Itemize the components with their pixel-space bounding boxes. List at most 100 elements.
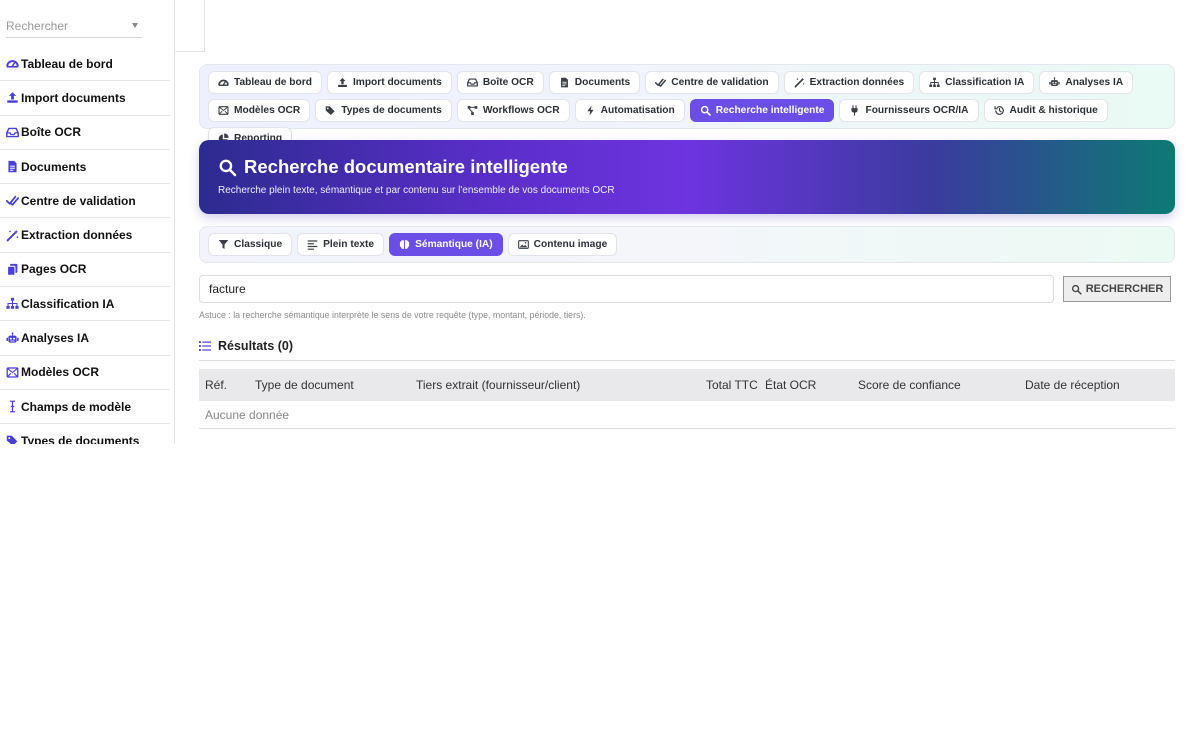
tab-recherche-intelligente[interactable]: Recherche intelligente xyxy=(689,99,835,122)
column-header[interactable]: Tiers extrait (fournisseur/client) xyxy=(416,378,580,392)
filter-icon xyxy=(218,239,229,250)
sidebar-item-label: Types de documents xyxy=(21,433,140,444)
mode-tab-classique[interactable]: Classique xyxy=(208,233,293,256)
hero-banner: Recherche documentaire intelligente Rech… xyxy=(199,140,1175,214)
sidebar: Tableau de bord Import documents Boîte OCR… xyxy=(0,0,175,444)
mode-tab-semantique-ia[interactable]: Sémantique (IA) xyxy=(389,233,503,256)
column-header[interactable]: Date de réception xyxy=(1025,378,1120,392)
sidebar-item-tableau-de-bord[interactable]: Tableau de bord xyxy=(0,47,170,82)
search-hint: Astuce : la recherche sémantique interpr… xyxy=(199,310,586,320)
page-subtitle: Recherche plein texte, sémantique et par… xyxy=(218,185,615,196)
search-button-label: RECHERCHER xyxy=(1085,283,1164,295)
sidebar-item-pages-ocr[interactable]: Pages OCR xyxy=(0,253,170,288)
search-query-input[interactable] xyxy=(199,275,1054,303)
inbox-icon xyxy=(466,77,478,88)
mode-tab-plein-texte[interactable]: Plein texte xyxy=(297,233,385,256)
chevron-down-icon[interactable] xyxy=(132,23,138,28)
mode-tab-label: Sémantique (IA) xyxy=(415,239,493,250)
results-header: Résultats (0) xyxy=(199,339,1175,361)
sidebar-item-label: Classification IA xyxy=(21,296,115,311)
tab-label: Analyses IA xyxy=(1065,77,1124,88)
wand-icon xyxy=(794,77,805,88)
sidebar-item-label: Tableau de bord xyxy=(21,56,113,71)
history-icon xyxy=(993,105,1005,116)
tab-centre-de-validation[interactable]: Centre de validation xyxy=(645,71,779,94)
tab-audit-historique[interactable]: Audit & historique xyxy=(983,99,1108,122)
image-icon xyxy=(517,239,529,250)
sidebar-item-documents[interactable]: Documents xyxy=(0,150,170,185)
sidebar-item-boite-ocr[interactable]: Boîte OCR xyxy=(0,116,170,150)
column-header[interactable]: Score de confiance xyxy=(858,378,961,392)
column-header[interactable]: Total TTC xyxy=(706,378,758,392)
sidebar-item-label: Boîte OCR xyxy=(21,125,81,140)
tab-import-documents[interactable]: Import documents xyxy=(326,71,452,94)
sitemap-icon xyxy=(929,77,940,88)
upload-icon xyxy=(337,77,348,88)
empty-text: Aucune donnée xyxy=(205,407,290,422)
tab-classification-ia[interactable]: Classification IA xyxy=(919,71,1035,94)
tab-label: Tableau de bord xyxy=(234,77,312,88)
plug-icon xyxy=(849,105,860,116)
list-icon xyxy=(199,340,211,352)
workflow-icon xyxy=(467,105,478,116)
search-button[interactable]: RECHERCHER xyxy=(1063,276,1171,302)
text-cursor-icon xyxy=(5,400,19,414)
column-header[interactable]: Réf. xyxy=(205,378,227,392)
sidebar-item-modeles-ocr[interactable]: Modèles OCR xyxy=(0,356,170,390)
tab-label: Types de documents xyxy=(341,105,442,116)
tab-label: Fournisseurs OCR/IA xyxy=(865,105,969,116)
file-icon xyxy=(5,160,19,174)
sidebar-item-classification-ia[interactable]: Classification IA xyxy=(0,287,170,322)
mode-tab-contenu-image[interactable]: Contenu image xyxy=(507,233,618,256)
tab-types-de-documents[interactable]: Types de documents xyxy=(315,99,452,122)
results-table: Réf. Type de document Tiers extrait (fourn… xyxy=(199,369,1175,429)
robot-icon xyxy=(1049,77,1061,88)
sidebar-item-label: Analyses IA xyxy=(21,331,90,346)
module-tabs-panel: Tableau de bord Import documents Boîte OCR… xyxy=(199,64,1175,150)
tab-automatisation[interactable]: Automatisation xyxy=(574,99,685,122)
tab-boite-ocr[interactable]: Boîte OCR xyxy=(456,71,544,94)
tab-label: Modèles OCR xyxy=(234,105,301,116)
tab-fournisseurs-ocr-ia[interactable]: Fournisseurs OCR/IA xyxy=(839,99,979,122)
tab-tableau-de-bord[interactable]: Tableau de bord xyxy=(208,71,322,94)
sidebar-item-extraction-donnees[interactable]: Extraction données xyxy=(0,218,170,253)
table-empty-row: Aucune donnée xyxy=(199,401,1175,429)
copy-icon xyxy=(5,262,19,276)
column-header[interactable]: État OCR xyxy=(765,378,816,392)
sidebar-item-label: Modèles OCR xyxy=(21,365,100,380)
tab-workflows-ocr[interactable]: Workflows OCR xyxy=(456,99,570,122)
sidebar-item-label: Import documents xyxy=(21,90,126,105)
tags-icon xyxy=(5,434,19,444)
gauge-icon xyxy=(218,77,229,88)
tab-modeles-ocr[interactable]: Modèles OCR xyxy=(208,99,311,122)
sidebar-item-import-documents[interactable]: Import documents xyxy=(0,81,170,116)
align-left-icon xyxy=(307,239,318,250)
sidebar-item-types-de-documents[interactable]: Types de documents xyxy=(0,424,170,444)
tab-label: Classification IA xyxy=(945,77,1025,88)
wand-icon xyxy=(5,228,19,242)
tab-extraction-donnees[interactable]: Extraction données xyxy=(783,71,915,94)
sidebar-item-label: Centre de validation xyxy=(21,193,136,208)
column-header[interactable]: Type de document xyxy=(255,378,354,392)
sitemap-icon xyxy=(5,297,19,311)
sidebar-search[interactable] xyxy=(6,14,142,38)
sidebar-item-analyses-ia[interactable]: Analyses IA xyxy=(0,321,170,356)
page-title-text: Recherche documentaire intelligente xyxy=(244,156,568,177)
tab-label: Boîte OCR xyxy=(482,77,534,88)
bolt-icon xyxy=(585,105,596,116)
template-icon xyxy=(218,105,229,116)
inbox-icon xyxy=(5,125,19,139)
sidebar-item-label: Extraction données xyxy=(21,228,133,243)
tab-analyses-ia[interactable]: Analyses IA xyxy=(1039,71,1134,94)
sidebar-item-centre-de-validation[interactable]: Centre de validation xyxy=(0,184,170,219)
tab-documents[interactable]: Documents xyxy=(548,71,641,94)
results-title: Résultats (0) xyxy=(218,338,294,353)
mode-tab-label: Plein texte xyxy=(323,239,375,250)
check-double-icon xyxy=(5,194,19,208)
sidebar-item-label: Documents xyxy=(21,159,87,174)
robot-icon xyxy=(5,331,19,345)
sidebar-search-input[interactable] xyxy=(6,14,116,38)
tab-label: Automatisation xyxy=(600,105,675,116)
tab-label: Workflows OCR xyxy=(482,105,560,116)
sidebar-item-champs-de-modele[interactable]: Champs de modèle xyxy=(0,390,170,425)
